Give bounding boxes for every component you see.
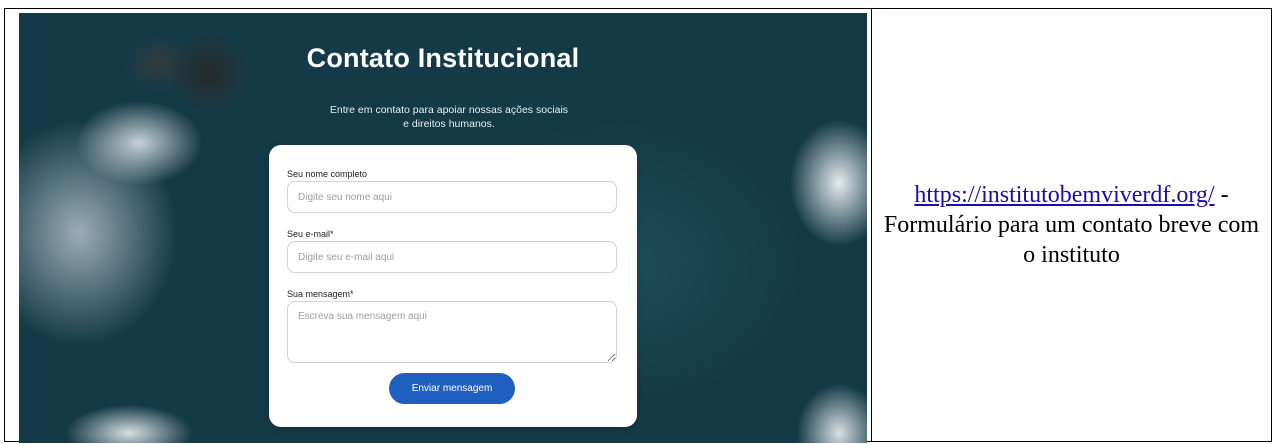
email-input[interactable] bbox=[287, 241, 617, 273]
document-table: Contato Institucional Entre em contato p… bbox=[4, 8, 1272, 443]
page-title: Contato Institucional bbox=[306, 43, 580, 73]
message-label: Sua mensagem* bbox=[287, 289, 354, 299]
screenshot-cell: Contato Institucional Entre em contato p… bbox=[5, 9, 872, 443]
name-label: Seu nome completo bbox=[287, 169, 368, 179]
contact-page-screenshot: Contato Institucional Entre em contato p… bbox=[19, 13, 867, 443]
name-input[interactable] bbox=[287, 181, 617, 213]
contact-form-card: Seu nome completo Seu e-mail* Sua mensag… bbox=[269, 145, 637, 427]
message-textarea[interactable] bbox=[287, 301, 617, 363]
submit-button[interactable]: Enviar mensagem bbox=[389, 373, 515, 404]
email-label: Seu e-mail* bbox=[287, 229, 334, 239]
page-subtitle: Entre em contato para apoiar nossas açõe… bbox=[329, 104, 569, 130]
institute-link[interactable]: https://institutobemviverdf.org/ bbox=[914, 182, 1214, 208]
caption-cell: https://institutobemviverdf.org/ - Formu… bbox=[872, 9, 1271, 441]
caption: https://institutobemviverdf.org/ - Formu… bbox=[880, 180, 1263, 270]
